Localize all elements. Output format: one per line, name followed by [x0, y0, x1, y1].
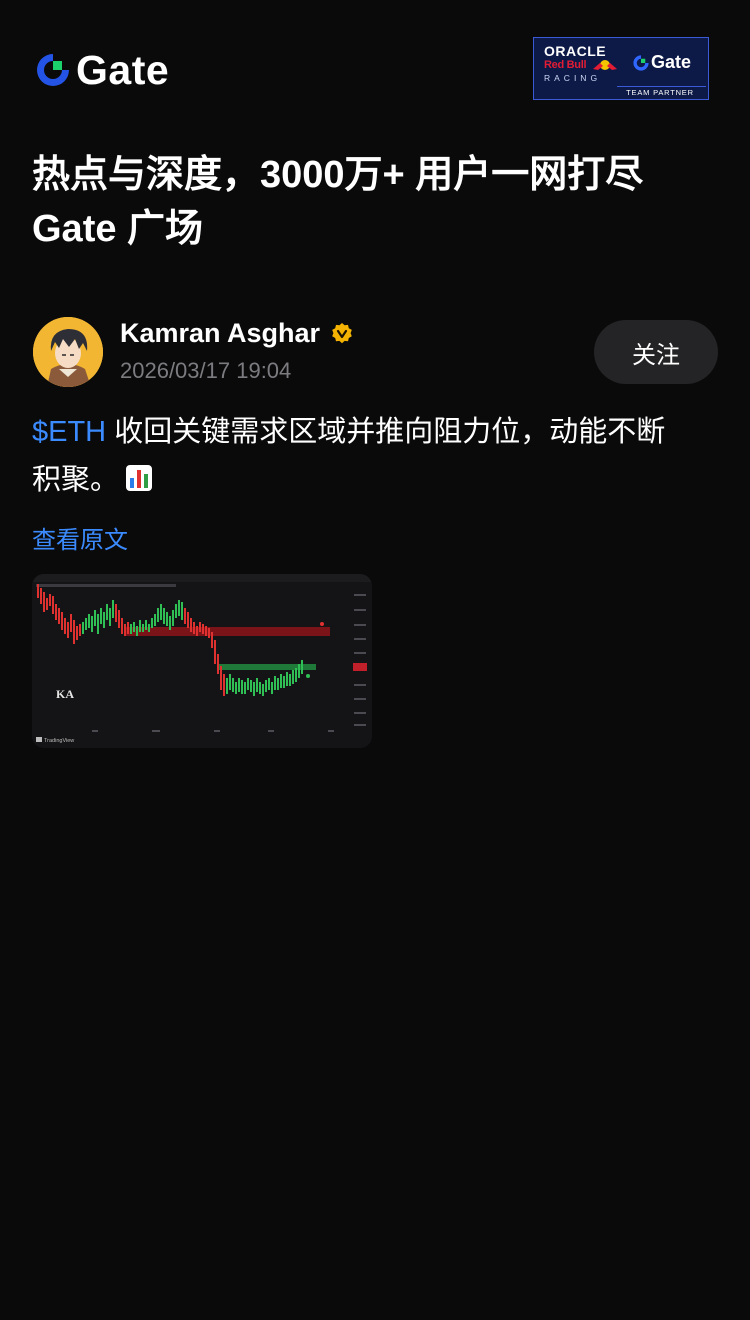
verified-badge-icon [332, 322, 352, 343]
avatar-illustration [33, 317, 103, 387]
author-avatar[interactable] [33, 317, 103, 387]
partner-divider [617, 86, 706, 87]
svg-text:KA: KA [56, 687, 74, 701]
gate-small-icon [633, 54, 649, 71]
follow-button[interactable]: 关注 [594, 320, 718, 384]
author-name[interactable]: Kamran Asghar [120, 318, 320, 349]
partner-redbull-text: Red Bull [544, 59, 587, 71]
eth-price-chart-image: KA TradingView [32, 574, 372, 748]
tradingview-watermark: TradingView [44, 738, 74, 744]
redbull-bulls-icon [593, 60, 617, 70]
gate-logo-icon [37, 54, 69, 86]
team-partner-label: TEAM PARTNER [626, 88, 694, 97]
header: Gate ORACLE Red Bull RACING Gate TEAM PA… [0, 0, 750, 130]
gate-logo-text: Gate [76, 47, 170, 93]
oracle-redbull-team-partner-badge[interactable]: ORACLE Red Bull RACING Gate TEAM PARTNER [533, 37, 709, 100]
post-timestamp: 2026/03/17 19:04 [120, 358, 292, 383]
headline-line-2: Gate 广场 [32, 208, 204, 250]
bar-chart-emoji-icon [126, 465, 153, 491]
post-image-chart[interactable]: KA TradingView [32, 574, 372, 748]
headline-line-1: 热点与深度，3000万+ 用户一网打尽 [32, 154, 644, 196]
post-text-line-2: 积聚。 [32, 456, 712, 504]
post-text-line-1: $ETH 收回关键需求区域并推向阻力位，动能不断 [32, 408, 712, 456]
gate-logo[interactable]: Gate [34, 48, 169, 92]
eth-ticker-link[interactable]: $ETH [32, 416, 106, 448]
post-text-part-1: 收回关键需求区域并推向阻力位，动能不断 [106, 416, 666, 448]
partner-gate-text: Gate [651, 52, 692, 72]
partner-racing-text: RACING [544, 73, 602, 83]
view-original-link[interactable]: 查看原文 [32, 520, 128, 555]
author-row: Kamran Asghar [120, 318, 354, 349]
page-headline: 热点与深度，3000万+ 用户一网打尽 Gate 广场 [32, 148, 722, 256]
post-text-part-2: 积聚。 [32, 464, 120, 496]
post-content: $ETH 收回关键需求区域并推向阻力位，动能不断 积聚。 [32, 408, 712, 504]
partner-gate-logo: Gate [632, 52, 691, 73]
